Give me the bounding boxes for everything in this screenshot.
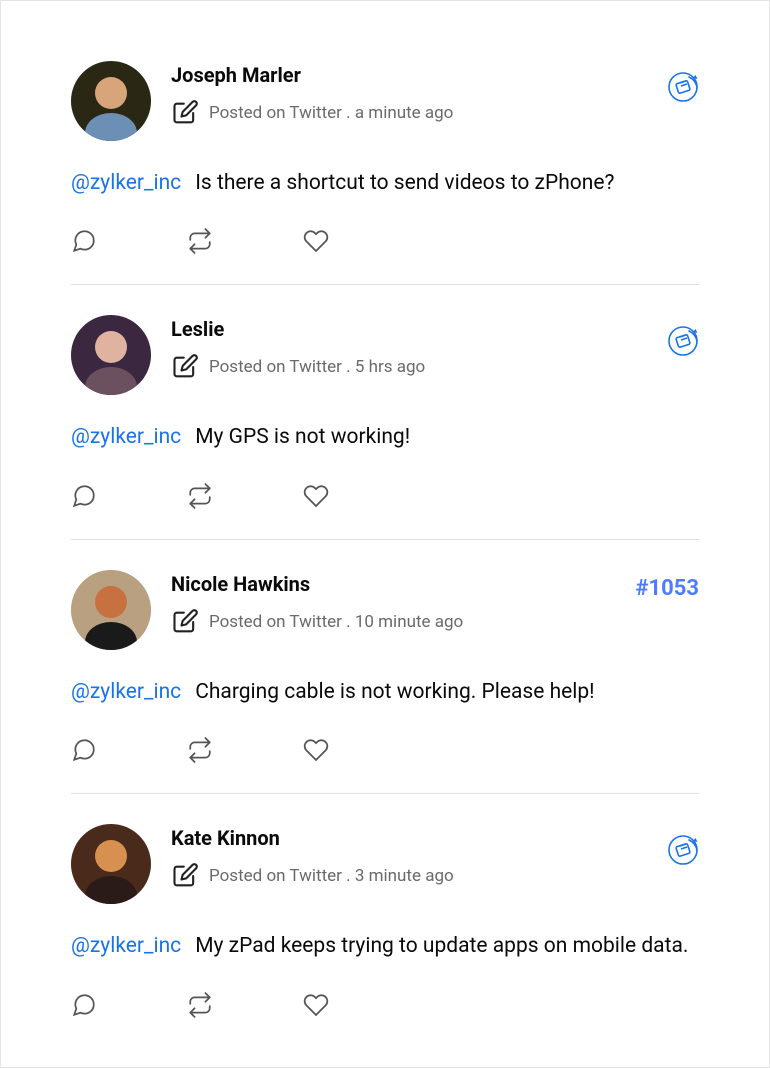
retweet-icon[interactable] — [187, 992, 213, 1018]
reply-icon[interactable] — [71, 483, 97, 509]
posted-row: Posted on Twitter . 10 minute ago — [171, 608, 615, 636]
post-actions — [71, 737, 699, 763]
mention[interactable]: @zylker_inc — [71, 934, 181, 958]
mention[interactable]: @zylker_inc — [71, 171, 181, 195]
posted-source: Posted on Twitter . a minute ago — [209, 103, 453, 123]
avatar[interactable] — [71, 61, 151, 141]
post-header: Kate Kinnon Posted on Twitter . 3 minute… — [71, 824, 699, 904]
avatar[interactable] — [71, 315, 151, 395]
posted-row: Posted on Twitter . 3 minute ago — [171, 862, 647, 890]
like-icon[interactable] — [303, 228, 329, 254]
posted-source: Posted on Twitter . 10 minute ago — [209, 612, 463, 632]
post-header: Nicole Hawkins Posted on Twitter . 10 mi… — [71, 570, 699, 650]
post-item: Joseph Marler Posted on Twitter . a minu… — [71, 61, 699, 285]
post-actions — [71, 228, 699, 254]
post-actions — [71, 483, 699, 509]
convert-ticket-icon[interactable] — [667, 834, 699, 866]
post-body: @zylker_inc Is there a shortcut to send v… — [71, 169, 699, 198]
post-item: Kate Kinnon Posted on Twitter . 3 minute… — [71, 824, 699, 1047]
post-actions — [71, 992, 699, 1018]
posted-source: Posted on Twitter . 5 hrs ago — [209, 357, 425, 377]
header-meta: Joseph Marler Posted on Twitter . a minu… — [171, 61, 647, 127]
like-icon[interactable] — [303, 992, 329, 1018]
header-meta: Kate Kinnon Posted on Twitter . 3 minute… — [171, 824, 647, 890]
author-name[interactable]: Leslie — [171, 317, 647, 341]
post-body: @zylker_inc Charging cable is not working… — [71, 678, 699, 707]
reply-icon[interactable] — [71, 992, 97, 1018]
post-header: Leslie Posted on Twitter . 5 hrs ago — [71, 315, 699, 395]
retweet-icon[interactable] — [187, 228, 213, 254]
posted-row: Posted on Twitter . a minute ago — [171, 99, 647, 127]
post-item: Leslie Posted on Twitter . 5 hrs ago @zy… — [71, 315, 699, 539]
post-body: @zylker_inc My zPad keeps trying to updat… — [71, 932, 699, 961]
post-message: Charging cable is not working. Please he… — [195, 680, 594, 704]
author-name[interactable]: Joseph Marler — [171, 63, 647, 87]
posted-row: Posted on Twitter . 5 hrs ago — [171, 353, 647, 381]
post-message: My GPS is not working! — [195, 425, 410, 449]
post-item: Nicole Hawkins Posted on Twitter . 10 mi… — [71, 570, 699, 794]
like-icon[interactable] — [303, 737, 329, 763]
ticket-number[interactable]: #1053 — [635, 576, 699, 601]
post-message: Is there a shortcut to send videos to zP… — [195, 171, 614, 195]
header-meta: Leslie Posted on Twitter . 5 hrs ago — [171, 315, 647, 381]
compose-icon — [171, 862, 199, 890]
author-name[interactable]: Kate Kinnon — [171, 826, 647, 850]
header-meta: Nicole Hawkins Posted on Twitter . 10 mi… — [171, 570, 615, 636]
compose-icon — [171, 353, 199, 381]
reply-icon[interactable] — [71, 737, 97, 763]
mention[interactable]: @zylker_inc — [71, 425, 181, 449]
avatar[interactable] — [71, 824, 151, 904]
post-body: @zylker_inc My GPS is not working! — [71, 423, 699, 452]
post-message: My zPad keeps trying to update apps on m… — [195, 934, 688, 958]
convert-ticket-icon[interactable] — [667, 71, 699, 103]
reply-icon[interactable] — [71, 228, 97, 254]
compose-icon — [171, 608, 199, 636]
convert-ticket-icon[interactable] — [667, 325, 699, 357]
posted-source: Posted on Twitter . 3 minute ago — [209, 866, 454, 886]
retweet-icon[interactable] — [187, 483, 213, 509]
social-feed: Joseph Marler Posted on Twitter . a minu… — [71, 61, 699, 1048]
avatar[interactable] — [71, 570, 151, 650]
compose-icon — [171, 99, 199, 127]
post-header: Joseph Marler Posted on Twitter . a minu… — [71, 61, 699, 141]
mention[interactable]: @zylker_inc — [71, 680, 181, 704]
retweet-icon[interactable] — [187, 737, 213, 763]
author-name[interactable]: Nicole Hawkins — [171, 572, 615, 596]
like-icon[interactable] — [303, 483, 329, 509]
